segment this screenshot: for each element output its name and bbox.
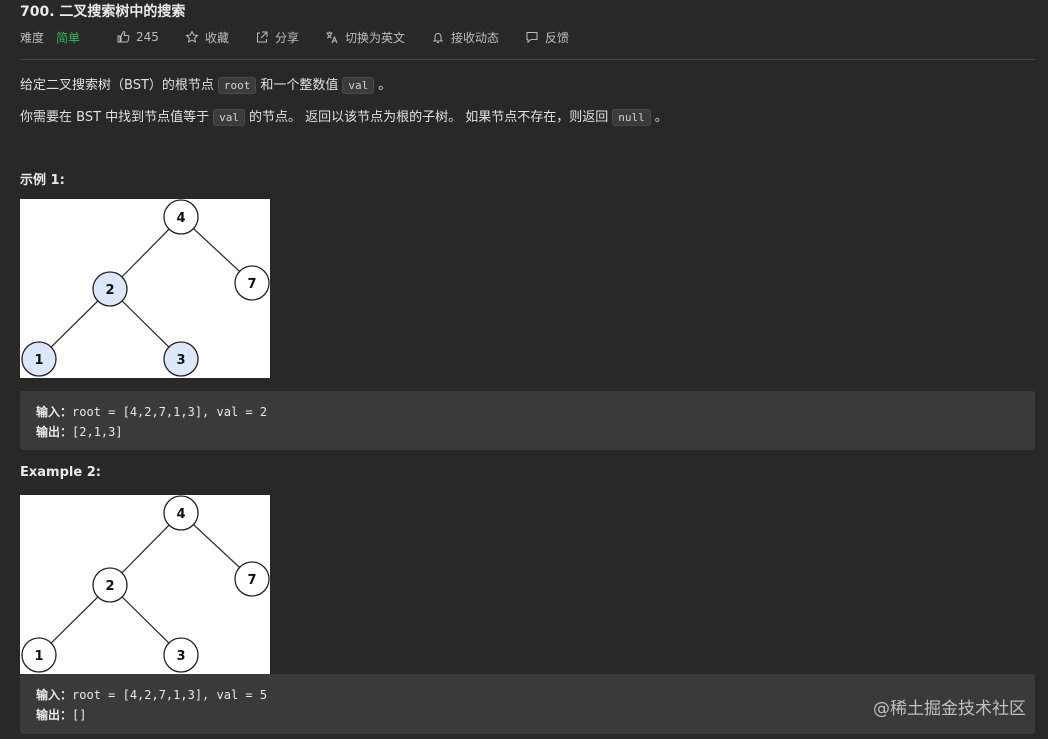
input-label: 输入： — [36, 688, 73, 702]
like-count: 245 — [136, 30, 159, 44]
tree-node-label: 7 — [247, 277, 256, 292]
tree-diagram: 4 2 7 1 3 — [21, 199, 270, 377]
feedback-label: 反馈 — [545, 30, 570, 45]
favorite-button[interactable]: 收藏 — [185, 29, 229, 46]
text: 。 — [378, 78, 392, 93]
example-1-code-block: 输入：root = [4,2,7,1,3], val = 2 输出：[2,1,3… — [20, 391, 1035, 450]
header-divider — [20, 59, 1035, 60]
inline-code-val: val — [213, 109, 246, 126]
feedback-button[interactable]: 反馈 — [525, 29, 569, 46]
inline-code-root: root — [217, 77, 257, 94]
share-icon — [256, 31, 268, 43]
notify-button[interactable]: 接收动态 — [431, 29, 499, 46]
text: 。 — [654, 110, 668, 125]
bell-icon — [432, 33, 444, 43]
tree-node-label: 7 — [247, 573, 256, 588]
difficulty-badge: 简单 — [56, 30, 81, 45]
description-paragraph-1: 给定二叉搜索树（BST）的根节点 root 和一个整数值 val。 — [20, 74, 392, 94]
tree-node-label: 4 — [176, 211, 185, 226]
input-value: root = [4,2,7,1,3], val = 2 — [72, 405, 268, 419]
inline-code-null: null — [612, 109, 651, 126]
problem-meta-bar: 难度 简单 245 收藏 分享 切换为英文 接收动态 反馈 — [20, 28, 595, 46]
tree-node-label: 1 — [34, 353, 43, 368]
tree-node-label: 1 — [34, 649, 43, 664]
watermark: @稀土掘金技术社区 — [873, 699, 1026, 719]
tree-node-label: 4 — [176, 507, 185, 522]
notify-label: 接收动态 — [450, 30, 499, 45]
tree-node-label: 3 — [176, 649, 185, 664]
tree-node-label: 2 — [105, 579, 114, 594]
description-paragraph-2: 你需要在 BST 中找到节点值等于 val 的节点。 返回以该节点为根的子树。 如果… — [20, 106, 668, 126]
input-label: 输入： — [36, 405, 73, 419]
output-label: 输出： — [36, 708, 73, 722]
example-1-heading: 示例 1: — [20, 173, 65, 188]
text: 和一个整数值 — [260, 78, 339, 93]
tree-diagram: 4 2 7 1 3 — [21, 495, 270, 673]
share-button[interactable]: 分享 — [255, 29, 299, 46]
output-value: [2,1,3] — [72, 425, 123, 439]
tree-node-label: 2 — [105, 283, 114, 298]
translate-button[interactable]: 切换为英文 — [325, 29, 405, 46]
problem-title: 700. 二叉搜索树中的搜索 — [20, 4, 186, 20]
text: 的节点。 返回以该节点为根的子树。 如果节点不存在，则返回 — [249, 110, 609, 125]
translate-label: 切换为英文 — [344, 30, 405, 45]
input-value: root = [4,2,7,1,3], val = 5 — [72, 688, 268, 702]
example-2-tree-image: 4 2 7 1 3 — [20, 495, 270, 674]
difficulty-label: 难度 — [20, 30, 45, 45]
feedback-icon — [526, 32, 538, 44]
example-1-tree-image: 4 2 7 1 3 — [20, 199, 270, 378]
favorite-label: 收藏 — [204, 30, 229, 45]
thumbs-up-icon — [117, 30, 130, 43]
inline-code-val: val — [342, 77, 375, 94]
like-button[interactable]: 245 — [116, 30, 159, 44]
share-label: 分享 — [274, 30, 299, 45]
star-icon — [185, 30, 199, 43]
text: 你需要在 BST 中找到节点值等于 — [20, 110, 210, 125]
output-value: [] — [72, 708, 87, 722]
translate-icon — [326, 31, 338, 44]
text: 给定二叉搜索树（BST）的根节点 — [20, 78, 214, 93]
example-2-heading: Example 2: — [20, 465, 101, 480]
output-label: 输出： — [36, 425, 73, 439]
tree-node-label: 3 — [176, 353, 185, 368]
